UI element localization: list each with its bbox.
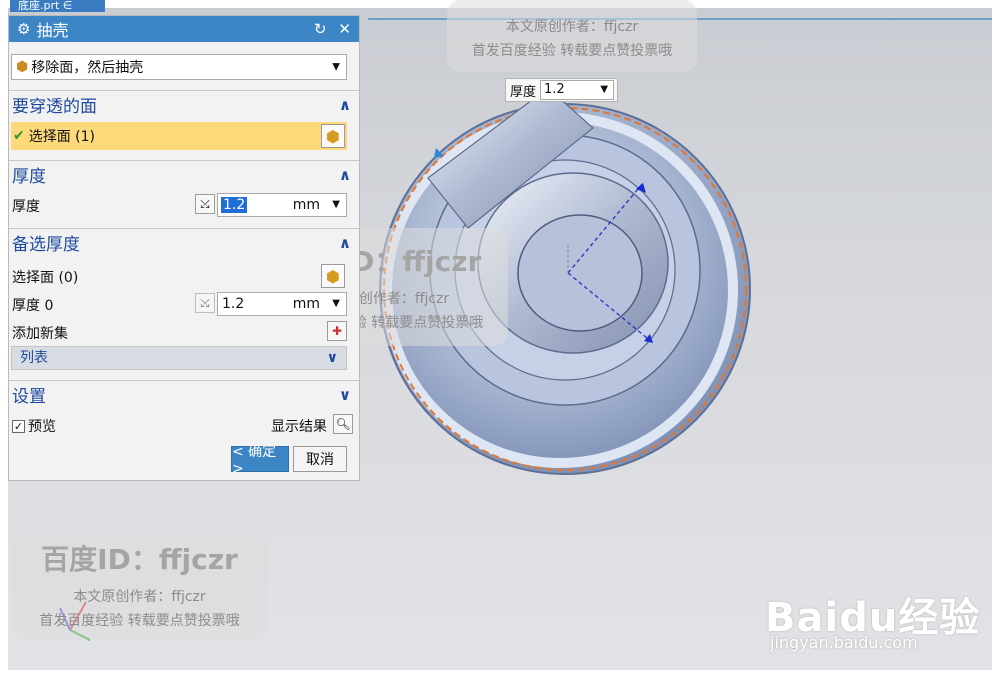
preview-row: ✓ 预览 bbox=[12, 416, 56, 436]
section-thickness-title: 厚度 bbox=[12, 167, 46, 187]
select-face-button[interactable]: ⬢ bbox=[321, 124, 345, 148]
part-file-tab[interactable]: 底座.prt ∈ bbox=[10, 0, 105, 12]
cancel-button[interactable]: 取消 bbox=[293, 446, 347, 472]
face-cube-icon: ⬢ bbox=[326, 266, 340, 286]
watermark-author: 本文原创作者：ffjczr bbox=[73, 589, 206, 605]
section-settings-title: 设置 bbox=[12, 387, 46, 407]
chevron-down-icon[interactable]: ▼ bbox=[332, 293, 340, 315]
ok-button[interactable]: < 确定 > bbox=[231, 444, 289, 477]
list-collapse-bar[interactable]: 列表 ∨ bbox=[11, 346, 347, 370]
cube-icon: ⬢ bbox=[16, 59, 29, 75]
chevron-down-icon: ▼ bbox=[600, 84, 609, 95]
watermark-bottom: 百度ID：ffjczr 本文原创作者：ffjczr 首发百度经验 转载要点赞投票… bbox=[12, 530, 267, 640]
floating-thickness-callout: 厚度 1.2 ▼ bbox=[505, 78, 618, 102]
preview-label: 预览 bbox=[28, 419, 56, 435]
select-face-label: 选择面 (1) bbox=[28, 129, 96, 145]
magnifier-icon: 🔍︎ bbox=[335, 417, 351, 431]
close-icon[interactable]: ✕ bbox=[338, 20, 351, 38]
alt-select-face-label: 选择面 (0) bbox=[12, 270, 79, 286]
check-icon: ✔ bbox=[13, 128, 25, 144]
shell-dialog: ⚙ 抽壳 ↻ ✕ ⬢ 移除面，然后抽壳 ▼ 要穿透的面 ∧ ✔ 选择面 (1) … bbox=[8, 15, 360, 481]
chevron-down-icon: ▼ bbox=[332, 61, 340, 73]
reverse-arrows-icon: ⤩ bbox=[200, 196, 210, 211]
add-new-set-button[interactable]: ✚ bbox=[327, 321, 347, 341]
show-result-button[interactable]: 🔍︎ bbox=[333, 414, 353, 434]
reverse-arrows-icon: ⤩ bbox=[200, 295, 210, 310]
watermark-id: 百度ID：ffjczr bbox=[41, 543, 238, 576]
add-new-set-label: 添加新集 bbox=[12, 326, 68, 342]
preview-checkbox[interactable]: ✓ bbox=[12, 419, 25, 433]
tube-loop-hole bbox=[517, 214, 643, 332]
watermark-author: 本文原创作者：ffjczr bbox=[505, 19, 639, 35]
gear-icon: ⚙ bbox=[17, 20, 31, 38]
thickness-value: 1.2 bbox=[221, 197, 248, 213]
dialog-title: 抽壳 bbox=[36, 21, 69, 40]
shell-type-combo[interactable]: ⬢ 移除面，然后抽壳 ▼ bbox=[11, 54, 347, 80]
floating-thickness-value: 1.2 bbox=[544, 82, 565, 97]
thickness-unit: mm bbox=[292, 197, 320, 213]
add-set-icon: ✚ bbox=[331, 324, 343, 338]
alt-thickness-value: 1.2 bbox=[222, 296, 245, 312]
section-faces-header[interactable]: 要穿透的面 ∧ bbox=[9, 90, 359, 118]
reset-icon[interactable]: ↻ bbox=[314, 20, 327, 38]
thickness-input[interactable]: 1.2 mm ▼ bbox=[217, 193, 347, 217]
floating-thickness-combo[interactable]: 1.2 ▼ bbox=[540, 80, 615, 100]
chevron-up-icon: ∧ bbox=[338, 233, 351, 252]
reverse-direction-button[interactable]: ⤩ bbox=[195, 194, 215, 214]
baidu-jingyan-url: jingyan.baidu.com bbox=[770, 633, 918, 652]
section-alt-header[interactable]: 备选厚度 ∧ bbox=[9, 228, 359, 256]
chevron-up-icon: ∧ bbox=[338, 165, 351, 184]
shell-type-value: 移除面，然后抽壳 bbox=[31, 60, 144, 76]
alt-reverse-direction-button[interactable]: ⤩ bbox=[195, 293, 215, 313]
chevron-up-icon: ∧ bbox=[338, 95, 351, 114]
list-label: 列表 bbox=[20, 350, 48, 366]
chevron-down-icon[interactable]: ▼ bbox=[332, 194, 340, 216]
dialog-title-bar[interactable]: ⚙ 抽壳 ↻ ✕ bbox=[9, 16, 359, 42]
alt-thickness-unit: mm bbox=[292, 296, 320, 312]
show-result-label: 显示结果 bbox=[271, 419, 327, 435]
alt-select-face-button[interactable]: ⬢ bbox=[321, 264, 345, 288]
section-faces-title: 要穿透的面 bbox=[12, 97, 97, 117]
section-thickness-header[interactable]: 厚度 ∧ bbox=[9, 160, 359, 188]
select-face-row[interactable]: ✔ 选择面 (1) bbox=[11, 122, 347, 150]
chevron-down-icon: ∨ bbox=[338, 385, 351, 404]
watermark-top: 本文原创作者：ffjczr 首发百度经验 转载要点赞投票哦 bbox=[447, 0, 697, 72]
face-cube-icon: ⬢ bbox=[326, 126, 340, 146]
watermark-note: 首发百度经验 转载要点赞投票哦 bbox=[39, 613, 240, 629]
section-settings-header[interactable]: 设置 ∨ bbox=[9, 380, 359, 408]
alt-thickness-label: 厚度 0 bbox=[12, 298, 54, 314]
chevron-down-icon: ∨ bbox=[326, 350, 338, 366]
thickness-label: 厚度 bbox=[12, 199, 40, 215]
section-alt-title: 备选厚度 bbox=[12, 235, 80, 255]
alt-thickness-input[interactable]: 1.2 mm ▼ bbox=[217, 292, 347, 316]
watermark-note: 首发百度经验 转载要点赞投票哦 bbox=[471, 43, 673, 59]
floating-thickness-label: 厚度 bbox=[510, 84, 537, 100]
